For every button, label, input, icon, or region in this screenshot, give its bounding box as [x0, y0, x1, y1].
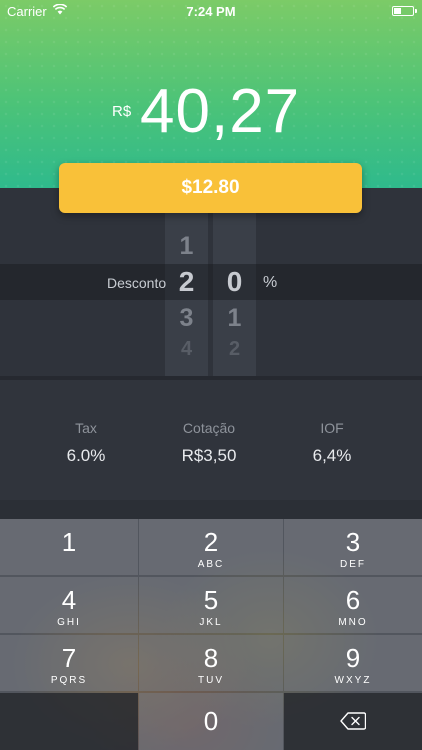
key-number: 0 [203, 706, 219, 736]
key-letters: MNO [338, 617, 368, 628]
key-number: 1 [61, 527, 77, 557]
key-number: 5 [203, 585, 219, 615]
exchange-rate-info[interactable]: Cotação R$3,50 [139, 420, 279, 466]
battery-icon [392, 6, 417, 16]
key-blank [0, 693, 138, 750]
picker-selection-band [0, 264, 422, 300]
key-4[interactable]: 4 GHI [0, 577, 138, 633]
key-number: 7 [61, 643, 77, 673]
exchange-rate-title: Cotação [182, 420, 236, 436]
wheel-digit: 1 [179, 232, 194, 260]
key-0[interactable]: 0 [139, 693, 283, 750]
converted-amount-button[interactable]: $12.80 [59, 163, 362, 213]
status-bar: Carrier 7:24 PM [0, 0, 422, 22]
status-time: 7:24 PM [186, 4, 236, 19]
discount-wheel-tens[interactable]: 0 1 2 3 4 [165, 188, 208, 376]
wheel-digit: 3 [179, 304, 194, 332]
backspace-icon [340, 712, 367, 730]
key-1[interactable]: 1 [0, 519, 138, 575]
numeric-keypad: 1 2 ABC 3 DEF 4 GHI 5 JKL 6 MNO 7 PQRS 8… [0, 519, 422, 750]
key-number: 4 [61, 585, 77, 615]
key-number: 8 [203, 643, 219, 673]
iof-value: 6,4% [312, 446, 352, 465]
exchange-rate-value: R$3,50 [181, 446, 237, 465]
key-letters: PQRS [50, 675, 88, 686]
wheel-digit: 2 [228, 338, 241, 360]
key-number: 2 [203, 527, 219, 557]
discount-wheel-units[interactable]: 0 1 2 [213, 188, 256, 376]
key-letters: DEF [340, 559, 366, 570]
wheel-selected-digit: 2 [178, 266, 195, 297]
key-letters: GHI [57, 617, 81, 628]
delete-key[interactable] [284, 693, 422, 750]
iof-info[interactable]: IOF 6,4% [262, 420, 402, 466]
iof-title: IOF [320, 420, 344, 436]
wheel-digit: 1 [227, 304, 242, 332]
amount-value[interactable]: 40,27 [140, 76, 300, 147]
key-letters: ABC [197, 559, 225, 570]
key-5[interactable]: 5 JKL [139, 577, 283, 633]
key-7[interactable]: 7 PQRS [0, 635, 138, 691]
key-2[interactable]: 2 ABC [139, 519, 283, 575]
key-number: 3 [345, 527, 361, 557]
info-panel: Tax 6.0% Cotação R$3,50 IOF 6,4% [0, 376, 422, 500]
key-number: 6 [345, 585, 361, 615]
key-3[interactable]: 3 DEF [284, 519, 422, 575]
keyboard-top-gap [0, 500, 422, 519]
tax-title: Tax [75, 420, 97, 436]
key-letters: WXYZ [334, 675, 372, 686]
percent-label: % [263, 274, 278, 291]
wheel-selected-digit: 0 [226, 266, 243, 297]
key-letters: JKL [199, 617, 223, 628]
discount-label: Desconto [107, 275, 167, 291]
key-6[interactable]: 6 MNO [284, 577, 422, 633]
tax-value: 6.0% [66, 446, 106, 465]
amount-header: R$ 40,27 [0, 0, 422, 188]
key-8[interactable]: 8 TUV [139, 635, 283, 691]
wheel-digit: 4 [180, 338, 193, 360]
tax-info[interactable]: Tax 6.0% [16, 420, 156, 466]
amount-currency: R$ [112, 103, 132, 120]
key-9[interactable]: 9 WXYZ [284, 635, 422, 691]
key-letters: TUV [198, 675, 224, 686]
key-number: 9 [345, 643, 361, 673]
